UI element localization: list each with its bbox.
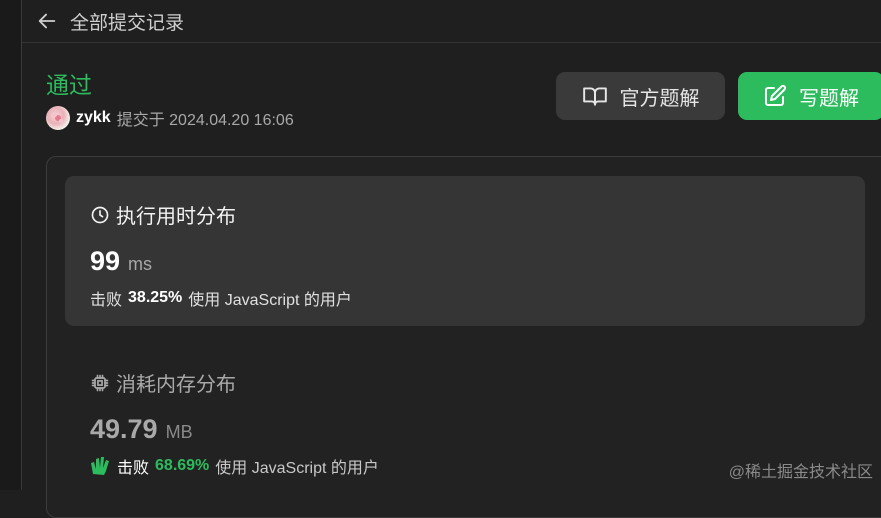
chip-icon: [91, 374, 109, 391]
arrow-left-icon: [38, 13, 56, 29]
runtime-unit: ms: [128, 254, 153, 274]
submission-meta: zykk 提交于 2024.04.20 16:06: [46, 106, 294, 130]
memory-number: 49.79: [90, 414, 158, 444]
submitted-time: 提交于 2024.04.20 16:06: [116, 112, 294, 129]
memory-beat: 击败 68.69% 使用 JavaScript 的用户: [90, 454, 379, 478]
username[interactable]: zykk: [76, 109, 111, 127]
runtime-title: 执行用时分布: [90, 200, 236, 229]
page-title: 全部提交记录: [70, 12, 185, 34]
runtime-title-text: 执行用时分布: [116, 206, 236, 228]
runtime-beat-suffix: 使用 JavaScript 的用户: [188, 292, 352, 309]
edit-icon: [765, 84, 787, 106]
memory-title-text: 消耗内存分布: [116, 374, 236, 396]
memory-beat-suffix: 使用 JavaScript 的用户: [215, 460, 379, 477]
runtime-beat-percent: 38.25%: [128, 289, 183, 306]
runtime-beat-label: 击败: [90, 292, 123, 309]
back-button[interactable]: [30, 4, 64, 38]
clock-icon: [91, 206, 109, 223]
watermark: @稀土掘金技术社区: [728, 464, 873, 481]
flower-icon: [53, 113, 63, 123]
memory-beat-percent: 68.69%: [155, 457, 210, 474]
write-solution-button[interactable]: 写题解: [738, 72, 881, 120]
book-open-icon: [582, 87, 607, 106]
runtime-panel[interactable]: 执行用时分布 99 ms 击败 38.25% 使用 JavaScript 的用户: [65, 176, 865, 326]
write-solution-label: 写题解: [799, 87, 859, 110]
avatar[interactable]: [46, 106, 70, 130]
runtime-beat: 击败 38.25% 使用 JavaScript 的用户: [90, 286, 352, 310]
submission-status: 通过: [46, 72, 92, 98]
runtime-number: 99: [90, 246, 121, 276]
left-panel-edge: [0, 0, 22, 490]
memory-value: 49.79 MB: [90, 414, 193, 445]
memory-title[interactable]: 消耗内存分布: [90, 368, 236, 397]
official-solution-button[interactable]: 官方题解: [556, 72, 725, 120]
memory-beat-label: 击败: [117, 460, 150, 477]
memory-unit: MB: [165, 422, 193, 442]
header-bar: 全部提交记录: [22, 0, 881, 43]
official-solution-label: 官方题解: [619, 87, 700, 110]
clap-icon: [91, 457, 109, 475]
runtime-value: 99 ms: [90, 246, 152, 277]
